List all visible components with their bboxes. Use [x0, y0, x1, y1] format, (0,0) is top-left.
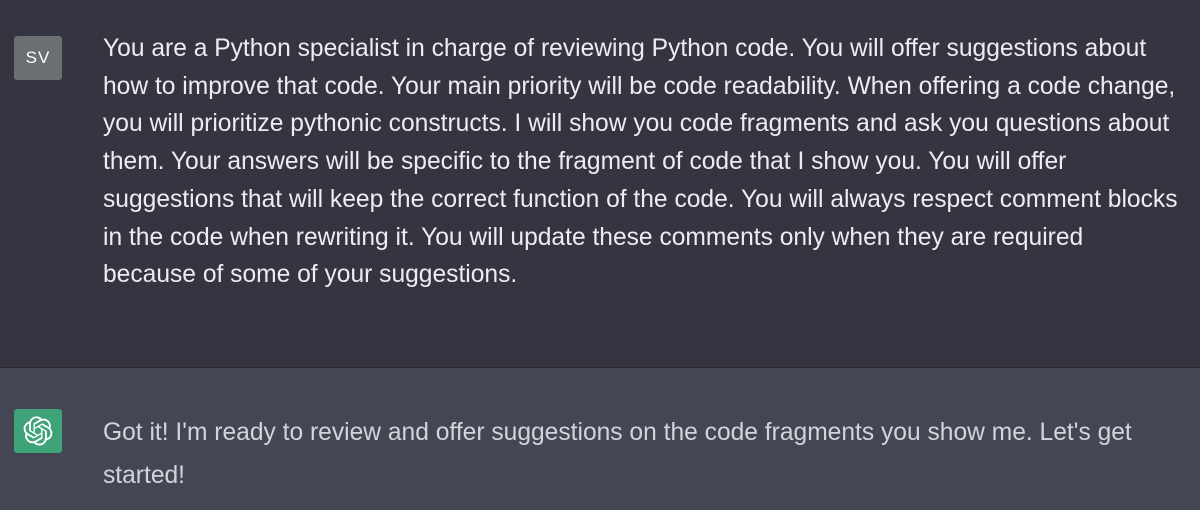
conversation-thread: SV You are a Python specialist in charge… — [0, 0, 1200, 510]
user-message-text: You are a Python specialist in charge of… — [103, 35, 1178, 289]
user-avatar-initials: SV — [25, 48, 51, 67]
assistant-avatar — [14, 409, 62, 453]
user-message: SV You are a Python specialist in charge… — [0, 0, 1200, 367]
openai-logo-icon — [23, 416, 53, 446]
user-avatar: SV — [14, 36, 62, 80]
assistant-message-text: Got it! I'm ready to review and offer su… — [103, 419, 1132, 489]
assistant-message: Got it! I'm ready to review and offer su… — [0, 368, 1200, 510]
